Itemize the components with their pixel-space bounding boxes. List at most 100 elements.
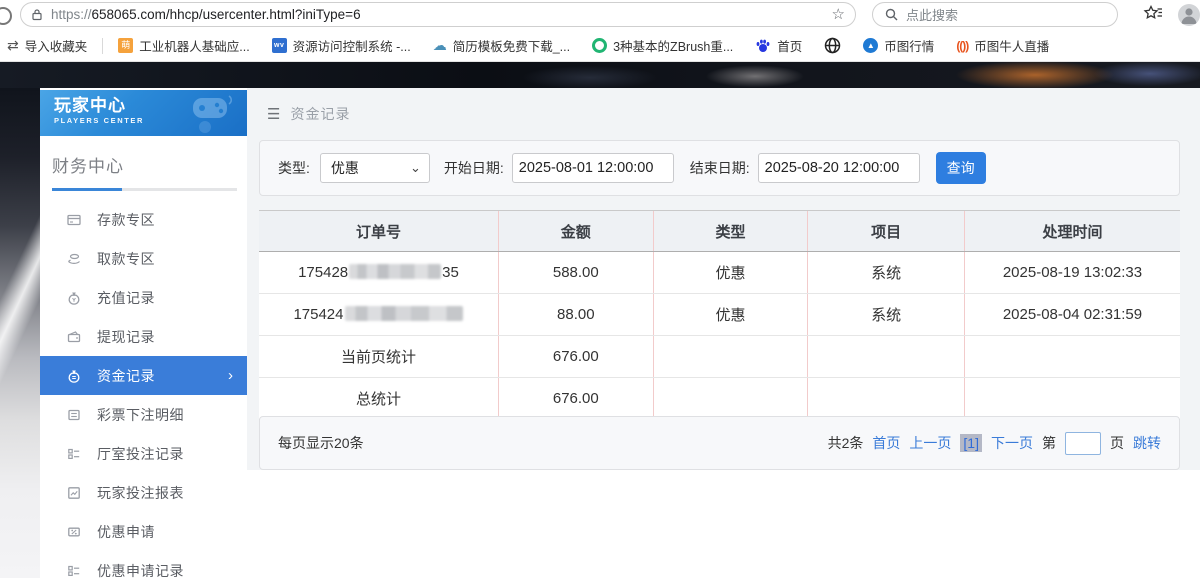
- ring-icon: [592, 38, 607, 53]
- jump-page-input[interactable]: [1065, 432, 1101, 455]
- prev-page-link[interactable]: 上一页: [909, 433, 951, 453]
- sidebar-item-recharge-records[interactable]: 充值记录: [40, 278, 247, 317]
- page-title: 资金记录: [290, 104, 350, 124]
- amount-cell: 676.00: [498, 378, 653, 420]
- page-background-image: [0, 88, 40, 578]
- start-date-input[interactable]: [512, 153, 674, 183]
- sidebar-section: 财务中心: [40, 136, 247, 191]
- live-icon: (()): [956, 39, 968, 53]
- import-bookmarks-icon: ⇄: [7, 37, 19, 54]
- page-prefix-label: 第: [1042, 433, 1056, 453]
- gamepad-icon: [189, 94, 241, 134]
- bookmark-item[interactable]: 3种基本的ZBrush重...: [592, 36, 733, 55]
- reload-icon[interactable]: [0, 7, 12, 25]
- profile-avatar[interactable]: [1178, 4, 1200, 26]
- sidebar-header: 玩家中心 PLAYERS CENTER: [40, 90, 247, 136]
- grid-list-icon: [66, 564, 82, 578]
- total-count: 共2条: [828, 433, 864, 453]
- sidebar: 玩家中心 PLAYERS CENTER 财务中心 存款专区 取款专区 充值记录: [40, 88, 247, 578]
- stats-label-cell: 当前页统计: [259, 336, 498, 378]
- amount-cell: 676.00: [498, 336, 653, 378]
- bookmark-item[interactable]: ▲ 币图行情: [863, 36, 934, 55]
- bookmark-item[interactable]: ☁ 简历模板免费下载_...: [433, 36, 570, 55]
- bookmark-star-icon[interactable]: ☆: [832, 7, 845, 22]
- col-process-time: 处理时间: [964, 211, 1180, 252]
- fund-records-icon: [66, 369, 82, 383]
- redacted-digits: [345, 306, 463, 321]
- col-order-no: 订单号: [259, 211, 498, 252]
- type-cell: 优惠: [653, 294, 808, 336]
- filter-bar: 类型: 优惠 ⌄ 开始日期: 结束日期: 查询: [259, 140, 1180, 196]
- end-date-label: 结束日期:: [690, 158, 750, 178]
- sidebar-menu: 存款专区 取款专区 充值记录 提现记录 资金记录 › 彩票下注明细: [40, 200, 247, 578]
- stats-label-cell: 总统计: [259, 378, 498, 420]
- bookmark-import[interactable]: ⇄ 导入收藏夹: [11, 36, 87, 55]
- sidebar-item-lottery-bet-details[interactable]: 彩票下注明细: [40, 395, 247, 434]
- first-page-link[interactable]: 首页: [872, 433, 900, 453]
- address-bar[interactable]: https://658065.com/hhcp/usercenter.html?…: [20, 2, 856, 27]
- time-cell: 2025-08-04 02:31:59: [964, 294, 1180, 336]
- project-cell: 系统: [808, 252, 965, 294]
- pagination-bar: 每页显示20条 共2条 首页 上一页 [1] 下一页 第 页 跳转: [259, 416, 1180, 470]
- sidebar-item-withdrawal-records[interactable]: 提现记录: [40, 317, 247, 356]
- sidebar-item-player-bet-report[interactable]: 玩家投注报表: [40, 473, 247, 512]
- amount-cell: 588.00: [498, 252, 653, 294]
- jump-link[interactable]: 跳转: [1133, 433, 1161, 453]
- next-page-link[interactable]: 下一页: [991, 433, 1033, 453]
- sidebar-item-promo-apply-records[interactable]: 优惠申请记录: [40, 551, 247, 578]
- sidebar-item-fund-records[interactable]: 资金记录 ›: [40, 356, 247, 395]
- page-suffix-label: 页: [1110, 433, 1124, 453]
- bookmark-item[interactable]: 萌 工业机器人基础应...: [118, 36, 249, 55]
- bookmark-item[interactable]: wv 资源访问控制系统 -...: [272, 36, 411, 55]
- bookmark-item[interactable]: 首页: [755, 36, 802, 55]
- lock-icon: [31, 8, 43, 21]
- bookmarks-bar: ⇄ 导入收藏夹 萌 工业机器人基础应... wv 资源访问控制系统 -... ☁…: [0, 30, 1200, 62]
- bookmark-item[interactable]: (()) 币图牛人直播: [956, 36, 1049, 55]
- browser-chrome: https://658065.com/hhcp/usercenter.html?…: [0, 0, 1200, 62]
- bookmark-item-globe[interactable]: [824, 37, 841, 54]
- finance-center-label: 财务中心: [52, 157, 124, 176]
- bookmarks-separator: [102, 38, 103, 54]
- page: https://658065.com/hhcp/usercenter.html?…: [0, 0, 1200, 578]
- per-page-label: 每页显示20条: [278, 433, 364, 453]
- site-favicon: 萌: [118, 38, 133, 53]
- sidebar-item-withdraw-zone[interactable]: 取款专区: [40, 239, 247, 278]
- favorites-list-icon[interactable]: [1143, 5, 1163, 23]
- type-label: 类型:: [278, 158, 310, 178]
- end-date-input[interactable]: [758, 153, 920, 183]
- main-content: ☰ 资金记录 类型: 优惠 ⌄ 开始日期: 结束日期: 查询: [247, 88, 1200, 578]
- chevron-right-icon: ›: [228, 368, 233, 383]
- url-text: https://658065.com/hhcp/usercenter.html?…: [51, 7, 832, 22]
- cloud-icon: ☁: [433, 37, 447, 54]
- section-underline: [52, 188, 237, 191]
- search-box[interactable]: 点此搜索: [872, 2, 1118, 27]
- chevron-down-icon: ⌄: [410, 164, 421, 172]
- table-row: 17542835 588.00 优惠 系统 2025-08-19 13:02:3…: [259, 252, 1180, 294]
- sidebar-item-deposit-zone[interactable]: 存款专区: [40, 200, 247, 239]
- browser-toolbar: https://658065.com/hhcp/usercenter.html?…: [0, 0, 1200, 30]
- page-banner-image: [0, 62, 1200, 88]
- table-header-row: 订单号 金额 类型 项目 处理时间: [259, 211, 1180, 252]
- site-favicon: wv: [272, 38, 287, 53]
- amount-cell: 88.00: [498, 294, 653, 336]
- sidebar-item-promo-apply[interactable]: 优惠申请: [40, 512, 247, 551]
- hamburger-icon[interactable]: ☰: [267, 105, 280, 123]
- type-cell: 优惠: [653, 252, 808, 294]
- chart-icon: [66, 486, 82, 500]
- start-date-label: 开始日期:: [444, 158, 504, 178]
- col-type: 类型: [653, 211, 808, 252]
- content-panel: ☰ 资金记录 类型: 优惠 ⌄ 开始日期: 结束日期: 查询: [247, 88, 1200, 470]
- paw-icon: [755, 38, 771, 54]
- time-cell: 2025-08-19 13:02:33: [964, 252, 1180, 294]
- table-row-total-stats: 总统计 676.00: [259, 378, 1180, 420]
- query-button[interactable]: 查询: [936, 152, 986, 184]
- current-page[interactable]: [1]: [960, 434, 982, 452]
- col-amount: 金额: [498, 211, 653, 252]
- table-row: 175424 88.00 优惠 系统 2025-08-04 02:31:59: [259, 294, 1180, 336]
- document-list-icon: [66, 408, 82, 422]
- coupon-icon: [66, 525, 82, 539]
- order-no-cell: 17542835: [259, 252, 498, 294]
- project-cell: 系统: [808, 294, 965, 336]
- sidebar-item-hall-bet-records[interactable]: 厅室投注记录: [40, 434, 247, 473]
- type-select[interactable]: 优惠 ⌄: [320, 153, 430, 183]
